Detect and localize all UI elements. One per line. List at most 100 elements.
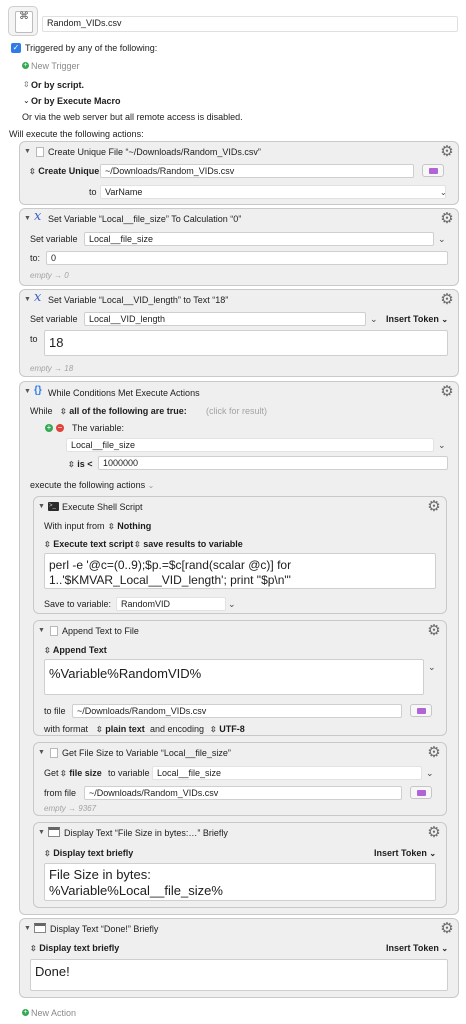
- new-action-link[interactable]: New Action: [31, 1007, 76, 1019]
- macro-name-field[interactable]: Random_VIDs.csv: [42, 16, 458, 32]
- result-preview: empty → 9367: [44, 804, 97, 813]
- input-source-popup[interactable]: ⇳ Nothing: [108, 520, 151, 533]
- new-trigger-link[interactable]: New Trigger: [31, 60, 80, 72]
- action-set-variable-calculation[interactable]: ▼ x Set Variable “Local__file_size” To C…: [19, 208, 459, 286]
- click-for-result[interactable]: (click for result): [206, 405, 267, 417]
- gear-icon[interactable]: ⚙: [427, 499, 441, 514]
- variable-chevron-icon[interactable]: ⌄: [370, 313, 378, 325]
- gear-icon[interactable]: ⚙: [440, 292, 454, 307]
- gear-icon[interactable]: ⚙: [427, 825, 441, 840]
- append-mode-popup[interactable]: ⇳ Append Text: [44, 644, 107, 657]
- action-create-unique-file[interactable]: ▼ Create Unique File “~/Downloads/Random…: [19, 141, 459, 205]
- script-text-area[interactable]: perl -e '@c=(0..9);$p.=$c[rand(scalar @c…: [44, 553, 436, 589]
- condition-variable-field[interactable]: Local__file_size: [66, 438, 434, 452]
- compare-value-field[interactable]: 1000000: [98, 456, 448, 470]
- or-script-label[interactable]: Or by script.: [31, 79, 84, 91]
- to-file-label: to file: [44, 706, 66, 716]
- insert-token-menu[interactable]: Insert Token ⌄: [386, 942, 448, 955]
- display-mode-popup[interactable]: ⇳ Display text briefly: [44, 847, 133, 860]
- result-preview: empty → 0: [30, 271, 69, 280]
- variable-x-icon: x: [34, 290, 42, 305]
- while-label: While: [30, 406, 53, 416]
- gear-icon[interactable]: ⚙: [440, 144, 454, 159]
- save-variable-chevron-icon[interactable]: ⌄: [228, 598, 236, 610]
- script-line-2: 1..'$KMVAR_Local__VID_length'; print "$p…: [49, 573, 291, 587]
- add-condition-icon[interactable]: +: [45, 424, 53, 432]
- calculation-field[interactable]: 0: [46, 251, 448, 265]
- new-trigger-add-icon[interactable]: +: [22, 62, 29, 69]
- collapse-triangle-icon[interactable]: ▼: [38, 827, 45, 839]
- var-name-field[interactable]: VarName: [100, 185, 446, 199]
- display-text-area[interactable]: File Size in bytes: %Variable%Local__fil…: [44, 863, 436, 901]
- window-icon: [34, 923, 46, 933]
- remove-condition-icon[interactable]: −: [56, 424, 64, 432]
- insert-token-menu[interactable]: Insert Token ⌄: [386, 313, 448, 326]
- execute-mode-popup[interactable]: ⇳ Execute text script: [44, 538, 133, 551]
- save-variable-field[interactable]: RandomVID: [116, 597, 226, 611]
- new-action-add-icon[interactable]: +: [22, 1009, 29, 1016]
- condition-mode-popup[interactable]: ⇳ all of the following are true:: [60, 405, 187, 418]
- gear-icon[interactable]: ⚙: [440, 384, 454, 399]
- gear-icon[interactable]: ⚙: [427, 623, 441, 638]
- display-text-line-1: File Size in bytes:: [49, 867, 151, 882]
- result-variable-chevron-icon[interactable]: ⌄: [426, 767, 434, 779]
- append-text-chevron-icon[interactable]: ⌄: [428, 661, 436, 673]
- variable-name-field[interactable]: Local__file_size: [84, 232, 434, 246]
- collapse-triangle-icon[interactable]: ▼: [24, 386, 31, 398]
- get-label: Get: [44, 768, 59, 778]
- gear-icon[interactable]: ⚙: [440, 921, 454, 936]
- encoding-popup[interactable]: ⇳ UTF-8: [210, 723, 245, 736]
- choose-file-folder-icon[interactable]: [410, 786, 432, 799]
- action-display-text-file-size[interactable]: ▼ Display Text “File Size in bytes:…” Br…: [33, 822, 447, 908]
- save-mode-popup[interactable]: ⇳ save results to variable: [134, 538, 243, 551]
- collapse-triangle-icon[interactable]: ▼: [38, 625, 45, 637]
- format-popup[interactable]: ⇳ plain text: [96, 723, 145, 736]
- from-file-path-field[interactable]: ~/Downloads/Random_VIDs.csv: [84, 786, 402, 800]
- file-action-icon: [50, 748, 58, 758]
- collapse-triangle-icon[interactable]: ▼: [24, 294, 31, 306]
- collapse-triangle-icon[interactable]: ▼: [24, 146, 31, 158]
- action-title: While Conditions Met Execute Actions: [48, 388, 200, 398]
- collapse-triangle-icon[interactable]: ▼: [24, 923, 31, 935]
- collapse-triangle-icon[interactable]: ▼: [24, 213, 31, 225]
- action-title: Append Text to File: [62, 626, 139, 636]
- action-execute-shell-script[interactable]: ▼ >_ Execute Shell Script ⚙ With input f…: [33, 496, 447, 614]
- triggered-checkbox[interactable]: ✓: [11, 43, 21, 53]
- action-title: Display Text “File Size in bytes:…” Brie…: [64, 828, 228, 838]
- or-execute-macro-chevron-icon[interactable]: ⌄: [23, 95, 30, 107]
- gear-icon[interactable]: ⚙: [427, 745, 441, 760]
- action-while-conditions[interactable]: ▼ {} While Conditions Met Execute Action…: [19, 381, 459, 915]
- window-icon: [48, 827, 60, 837]
- or-script-toggle-icon[interactable]: ⇳: [23, 79, 30, 91]
- to-file-path-field[interactable]: ~/Downloads/Random_VIDs.csv: [72, 704, 402, 718]
- action-display-text-done[interactable]: ▼ Display Text “Done!” Briefly ⚙ ⇳ Displ…: [19, 918, 459, 998]
- display-text-area[interactable]: Done!: [30, 959, 448, 991]
- insert-token-menu[interactable]: Insert Token ⌄: [374, 847, 436, 860]
- create-unique-popup[interactable]: ⇳ Create Unique: [29, 165, 99, 178]
- action-title: Execute Shell Script: [62, 502, 143, 512]
- choose-file-folder-icon[interactable]: [422, 164, 444, 177]
- gear-icon[interactable]: ⚙: [440, 211, 454, 226]
- action-title: Create Unique File “~/Downloads/Random_V…: [48, 147, 261, 157]
- append-text-area[interactable]: %Variable%RandomVID%: [44, 659, 424, 695]
- action-set-variable-text[interactable]: ▼ x Set Variable “Local__VID_length” to …: [19, 289, 459, 377]
- choose-file-folder-icon[interactable]: [410, 704, 432, 717]
- collapse-triangle-icon[interactable]: ▼: [38, 501, 45, 513]
- or-execute-macro-label[interactable]: Or by Execute Macro: [31, 95, 121, 107]
- operator-popup[interactable]: ⇳ is <: [68, 458, 92, 471]
- action-title: Get File Size to Variable “Local__file_s…: [62, 748, 231, 758]
- variable-chevron-icon[interactable]: ⌄: [438, 233, 446, 245]
- action-get-file-size[interactable]: ▼ Get File Size to Variable “Local__file…: [33, 742, 447, 816]
- action-append-text-to-file[interactable]: ▼ Append Text to File ⚙ ⇳ Append Text %V…: [33, 620, 447, 736]
- file-path-field[interactable]: ~/Downloads/Random_VIDs.csv: [100, 164, 414, 178]
- attribute-popup[interactable]: ⇳ file size: [60, 767, 102, 780]
- to-label: to: [89, 187, 97, 197]
- condition-variable-chevron-icon[interactable]: ⌄: [438, 439, 446, 451]
- variable-name-field[interactable]: Local__VID_length: [84, 312, 366, 326]
- display-mode-popup[interactable]: ⇳ Display text briefly: [30, 942, 119, 955]
- text-value-area[interactable]: 18: [44, 330, 448, 356]
- var-name-chevron-icon[interactable]: ⌄: [440, 187, 447, 199]
- collapse-triangle-icon[interactable]: ▼: [38, 747, 45, 759]
- terminal-icon: >_: [48, 502, 59, 511]
- result-variable-field[interactable]: Local__file_size: [152, 766, 422, 780]
